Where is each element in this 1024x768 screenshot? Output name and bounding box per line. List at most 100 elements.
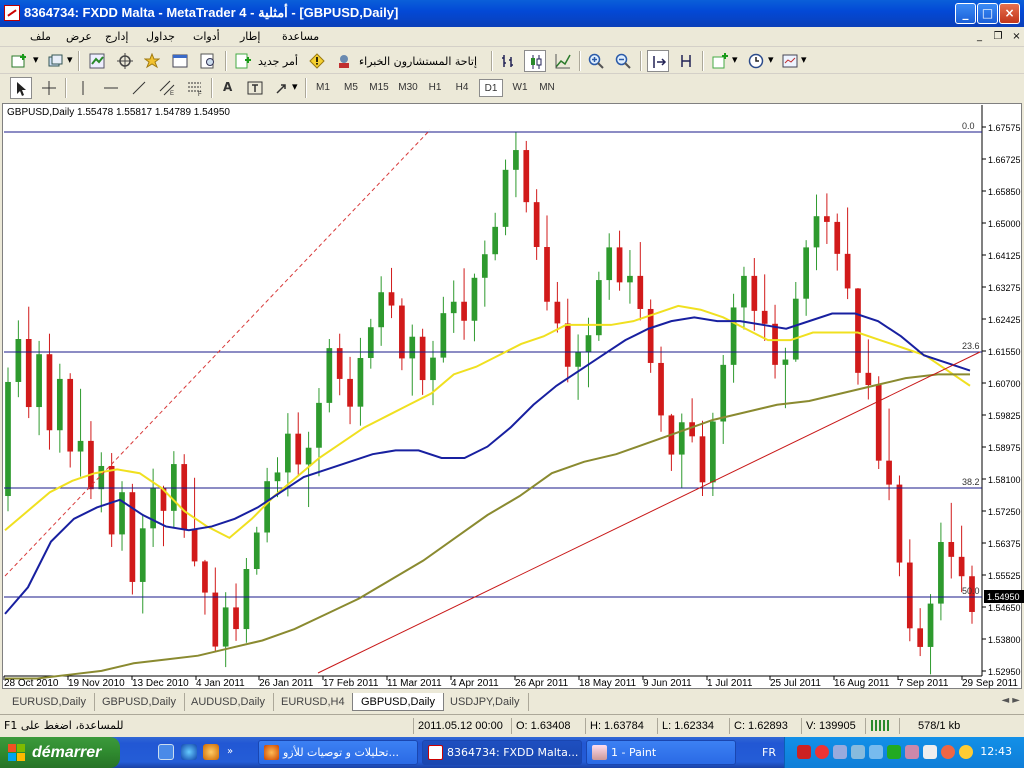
tray-chrome-icon[interactable]	[941, 745, 955, 759]
vertical-line-icon	[82, 81, 84, 95]
tab-usdjpy-daily[interactable]: USDJPY,Daily	[442, 693, 529, 711]
tray-network2-icon[interactable]	[851, 745, 865, 759]
cursor-tool-button[interactable]	[10, 77, 32, 99]
quicklaunch-media-icon[interactable]	[203, 744, 219, 760]
auto-scroll-button[interactable]	[647, 50, 669, 72]
tab-audusd-daily[interactable]: AUDUSD,Daily	[183, 693, 274, 711]
clock-icon	[748, 53, 764, 69]
language-indicator[interactable]: FR	[762, 746, 776, 759]
data-window-button[interactable]	[114, 50, 136, 72]
tray-security-icon[interactable]	[815, 745, 829, 759]
quicklaunch-desktop-icon[interactable]	[158, 744, 174, 760]
period-d1-button[interactable]: D1	[479, 79, 503, 97]
period-m15-button[interactable]: M15	[366, 79, 392, 97]
menu-file[interactable]: ملف	[30, 30, 51, 43]
terminal-button[interactable]	[169, 50, 191, 72]
indicators-button[interactable]	[709, 50, 731, 72]
toolbar-separator	[211, 78, 213, 98]
fibonacci-button[interactable]: F	[184, 77, 206, 99]
text-tool-button[interactable]: A	[217, 77, 239, 99]
dropdown-arrow-icon[interactable]: ▾	[67, 53, 73, 66]
tray-display-icon[interactable]	[869, 745, 883, 759]
tray-network-icon[interactable]	[833, 745, 847, 759]
trendline-button[interactable]	[128, 77, 150, 99]
templates-button[interactable]	[779, 50, 801, 72]
new-order-button[interactable]	[232, 50, 254, 72]
navigator-button[interactable]	[141, 50, 163, 72]
experts-label[interactable]: إتاحة المستشارون الخبراء	[359, 55, 477, 68]
new-order-label[interactable]: أمر جديد	[258, 55, 298, 68]
status-open: O: 1.63408	[511, 718, 583, 734]
dropdown-arrow-icon[interactable]: ▾	[33, 53, 39, 66]
bar-chart-button[interactable]	[497, 50, 519, 72]
horizontal-line-button[interactable]	[100, 77, 122, 99]
chart-shift-button[interactable]	[675, 50, 697, 72]
zoom-out-icon	[615, 53, 631, 69]
menu-view[interactable]: عرض	[66, 30, 92, 43]
tray-update-icon[interactable]	[959, 745, 973, 759]
task-browser[interactable]: تحليلات و توصيات للأزو...	[258, 740, 418, 765]
line-chart-button[interactable]	[552, 50, 574, 72]
menu-tools[interactable]: أدوات	[193, 30, 220, 43]
metatrader-app-icon[interactable]	[4, 5, 20, 21]
experts-button[interactable]	[333, 50, 355, 72]
tester-magnifier-icon	[200, 53, 214, 69]
period-mn-button[interactable]: MN	[535, 79, 559, 97]
period-h1-button[interactable]: H1	[424, 79, 446, 97]
menu-insert[interactable]: إدارج	[105, 30, 128, 43]
tray-play-icon[interactable]	[887, 745, 901, 759]
tray-volume-icon[interactable]	[923, 745, 937, 759]
period-w1-button[interactable]: W1	[508, 79, 532, 97]
equidistant-channel-button[interactable]: E	[156, 77, 178, 99]
maximize-button[interactable]: □	[977, 3, 998, 24]
menu-charts[interactable]: جداول	[146, 30, 175, 43]
zoom-out-button[interactable]	[612, 50, 634, 72]
chart-window[interactable]	[2, 103, 1022, 689]
line-chart-icon	[555, 54, 571, 69]
task-metatrader[interactable]: 8364734: FXDD Malta...	[422, 740, 582, 765]
menu-window[interactable]: إطار	[240, 30, 260, 43]
task-browser-label: تحليلات و توصيات للأزو...	[283, 746, 399, 759]
strategy-tester-button[interactable]	[197, 50, 219, 72]
close-button[interactable]: ×	[999, 3, 1020, 24]
tab-scroll-arrows[interactable]: ◄ ►	[1001, 695, 1020, 706]
crosshair-tool-button[interactable]	[38, 77, 60, 99]
mdi-restore-button[interactable]: ❐	[991, 30, 1006, 44]
tray-app-icon[interactable]	[905, 745, 919, 759]
new-chart-button[interactable]	[8, 50, 30, 72]
tab-eurusd-h4[interactable]: EURUSD,H4	[273, 693, 354, 711]
status-help-text: للمساعدة، اضغط على F1	[4, 719, 124, 732]
channel-icon: E	[159, 80, 175, 96]
menu-help[interactable]: مساعدة	[282, 30, 319, 43]
task-paint[interactable]: 1 - Paint	[586, 740, 736, 765]
period-h4-button[interactable]: H4	[451, 79, 473, 97]
candlestick-chart-button[interactable]	[524, 50, 546, 72]
start-button[interactable]: démarrer	[0, 737, 120, 768]
tab-gbpusd-daily-active[interactable]: GBPUSD,Daily	[352, 693, 444, 711]
fibonacci-icon: F	[188, 82, 202, 96]
alert-button[interactable]	[306, 50, 328, 72]
dropdown-arrow-icon[interactable]: ▾	[732, 53, 738, 66]
tray-antivirus-icon[interactable]	[797, 745, 811, 759]
quicklaunch-ie-icon[interactable]	[181, 744, 197, 760]
market-watch-button[interactable]	[86, 50, 108, 72]
period-m30-button[interactable]: M30	[395, 79, 421, 97]
tab-eurusd-daily[interactable]: EURUSD,Daily	[4, 693, 95, 711]
chart-symbol-info: GBPUSD,Daily 1.55478 1.55817 1.54789 1.5…	[7, 107, 230, 118]
mdi-close-button[interactable]: ×	[1009, 30, 1024, 44]
zoom-in-button[interactable]	[585, 50, 607, 72]
dropdown-arrow-icon[interactable]: ▾	[801, 53, 807, 66]
arrows-button[interactable]	[271, 77, 293, 99]
periods-button[interactable]	[745, 50, 767, 72]
quicklaunch-more-icon[interactable]: »	[227, 744, 243, 760]
dropdown-arrow-icon[interactable]: ▾	[292, 80, 298, 93]
tab-gbpusd-daily[interactable]: GBPUSD,Daily	[94, 693, 185, 711]
vertical-line-button[interactable]	[72, 77, 94, 99]
period-m1-button[interactable]: M1	[312, 79, 334, 97]
period-m5-button[interactable]: M5	[340, 79, 362, 97]
minimize-button[interactable]: _	[955, 3, 976, 24]
profiles-button[interactable]	[44, 50, 66, 72]
mdi-minimize-button[interactable]: _	[972, 30, 987, 44]
text-label-button[interactable]	[244, 77, 266, 99]
dropdown-arrow-icon[interactable]: ▾	[768, 53, 774, 66]
